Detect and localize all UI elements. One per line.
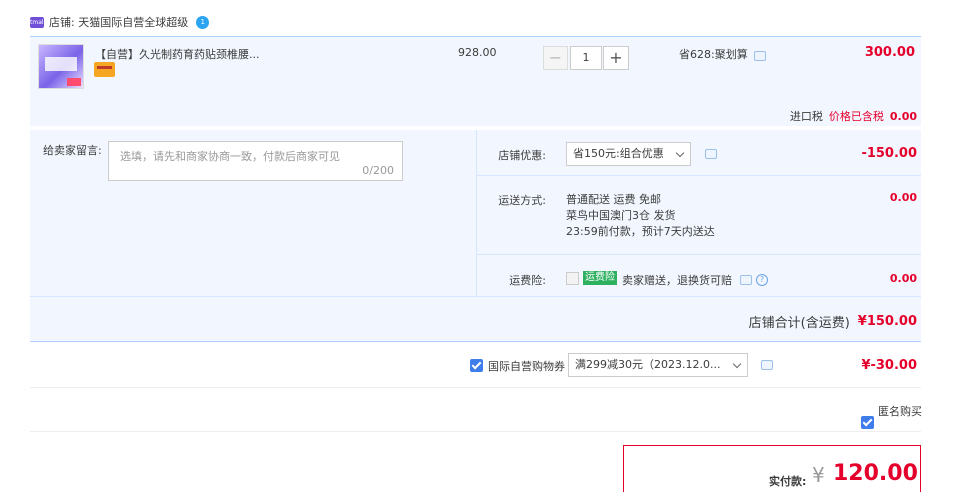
divider <box>30 387 921 388</box>
unit-price: 928.00 <box>458 46 497 59</box>
shipping-label: 运送方式: <box>498 194 546 207</box>
tax-label: 进口税 <box>789 110 823 123</box>
message-char-count: 0/200 <box>362 164 394 177</box>
message-label: 给卖家留言: <box>43 144 102 157</box>
store-header: tmall 店铺: 天猫国际自营全球超级 1 <box>30 12 210 32</box>
payment-amount: 120.00 <box>833 461 918 486</box>
store-coupon-label: 店铺优惠: <box>498 149 546 162</box>
insurance-badge: 运费险 <box>583 271 617 285</box>
insurance-label: 运费险: <box>509 274 546 287</box>
store-coupon-amount: -150.00 <box>861 146 917 161</box>
payment-label: 实付款: <box>769 475 807 488</box>
comment-icon[interactable] <box>740 275 752 285</box>
message-textarea[interactable]: 选填，请先和商家协商一致，付款后商家可见 0/200 <box>108 141 403 181</box>
quantity-increase-button[interactable]: + <box>603 46 629 70</box>
divider <box>30 296 921 297</box>
tax-line: 进口税 价格已含税 0.00 <box>790 108 917 124</box>
store-total-amount: ¥150.00 <box>857 314 917 329</box>
platform-coupon-checkbox[interactable] <box>470 359 483 372</box>
item-amount: 300.00 <box>864 45 915 60</box>
product-title[interactable]: 【自营】久光制药育药贴颈椎腰... <box>95 46 260 62</box>
shipping-info: 普通配送 运费 免邮 菜鸟中国澳门3仓 发货 23:59前付款，预计7天内送达 <box>566 192 715 240</box>
divider <box>476 254 921 255</box>
comment-icon[interactable] <box>761 360 773 370</box>
insurance-amount: 0.00 <box>889 272 917 285</box>
message-placeholder: 选填，请先和商家协商一致，付款后商家可见 <box>120 150 340 163</box>
payment-currency: ¥ <box>812 463 825 487</box>
product-thumbnail[interactable] <box>38 44 84 89</box>
store-coupon-select[interactable]: 省150元:组合优惠 <box>566 142 691 166</box>
comment-icon[interactable] <box>705 149 717 159</box>
platform-coupon-amount: ¥-30.00 <box>861 358 917 373</box>
store-coupon-value: 省150元:组合优惠 <box>573 147 664 160</box>
insurance-checkbox[interactable] <box>566 272 579 285</box>
promotion-text: 省628:聚划算 <box>679 46 766 62</box>
tax-amount: 0.00 <box>889 109 917 123</box>
quantity-input[interactable]: 1 <box>570 46 602 70</box>
platform-coupon-label: 国际自营购物券 <box>488 360 565 373</box>
anonymous-label[interactable]: 匿名购买 <box>878 403 922 419</box>
divider <box>30 431 921 432</box>
comment-icon[interactable] <box>753 51 766 61</box>
promotion-label: 省628:聚划算 <box>679 48 748 61</box>
chevron-down-icon <box>675 148 685 158</box>
credit-card-icon <box>94 62 115 77</box>
help-icon[interactable]: ? <box>756 274 768 286</box>
platform-coupon-select[interactable]: 满299减30元（2023.12.0... <box>568 353 748 377</box>
wangwang-chat-icon[interactable]: 1 <box>196 15 210 29</box>
insurance-description: 卖家赠送，退换货可赔 <box>622 274 732 287</box>
tax-note: 价格已含税 <box>828 110 884 123</box>
shipping-method: 普通配送 运费 免邮 <box>566 193 661 206</box>
insurance-text: 卖家赠送，退换货可赔 ? <box>622 272 768 288</box>
store-name[interactable]: 店铺: 天猫国际自营全球超级 <box>49 14 188 30</box>
tmall-icon: tmall <box>30 16 46 28</box>
store-total: 店铺合计(含运费) ¥150.00 <box>749 312 917 331</box>
platform-coupon-value: 满299减30元（2023.12.0... <box>575 358 721 371</box>
chevron-down-icon <box>732 359 742 369</box>
shipping-amount: 0.00 <box>889 191 917 204</box>
quantity-decrease-button[interactable]: − <box>543 46 568 70</box>
shipping-eta: 23:59前付款，预计7天内送达 <box>566 225 715 238</box>
divider <box>476 175 921 176</box>
anonymous-checkbox[interactable] <box>861 416 874 429</box>
shipping-warehouse: 菜鸟中国澳门3仓 发货 <box>566 209 676 222</box>
store-total-label: 店铺合计(含运费) <box>748 316 850 331</box>
